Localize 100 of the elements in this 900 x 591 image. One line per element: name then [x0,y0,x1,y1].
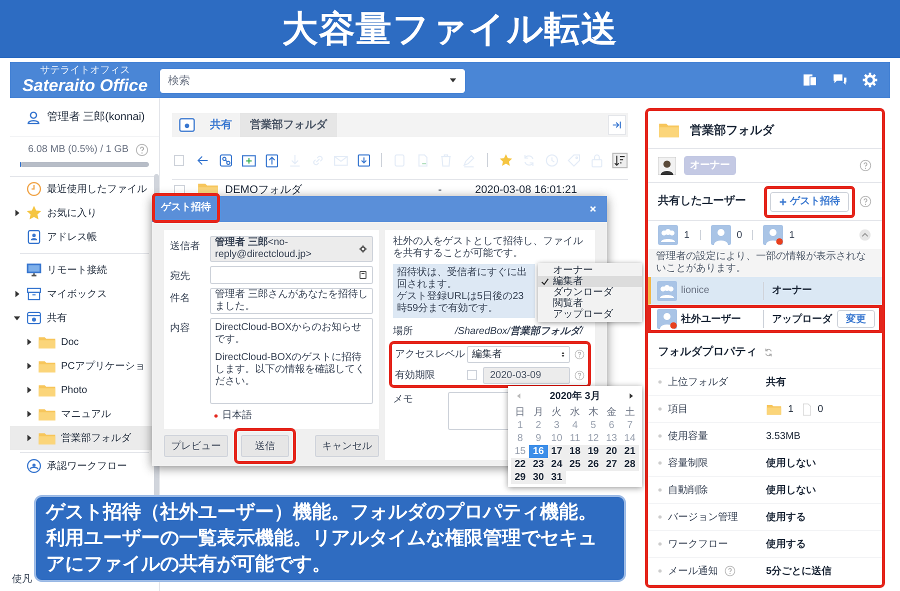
bullet-icon [658,515,662,519]
next-month-icon[interactable] [629,393,633,399]
expand-arrow-icon[interactable] [25,338,33,346]
message-field[interactable]: DirectCloud-BOXからのお知らせです。 DirectCloud-BOXのゲストに招待します。以下の情報を確認してください。 [210,318,373,404]
sidebar-item[interactable]: マニュアル [10,402,159,426]
change-button[interactable]: 変更 [837,310,875,328]
member-row[interactable]: lionice オーナー [648,277,882,305]
sidebar-item[interactable]: Photo [10,378,159,402]
inbox-icon[interactable] [356,152,372,168]
select-all-checkbox[interactable] [174,154,184,166]
property-label: ワークフロー [668,538,728,552]
menu-item[interactable]: 編集者 [538,276,642,287]
bullet-icon [658,488,662,492]
calendar-day[interactable]: 25 [566,458,584,471]
user-count: 1 [789,228,795,242]
expand-arrow-icon[interactable] [25,410,33,418]
refresh-icon[interactable] [763,347,774,358]
sidebar-item[interactable]: お気に入り [10,201,159,225]
address-book-icon[interactable] [358,270,368,280]
menu-item[interactable]: アップローダ [538,309,642,320]
sender-field[interactable]: 管理者 三郎<no-reply@directcloud.jp> [210,236,373,262]
calendar-day: 10 [548,432,566,445]
breadcrumb-item[interactable]: 営業部フォルダ [240,113,337,137]
calendar-day[interactable]: 20 [602,445,621,458]
help-icon[interactable] [574,348,585,360]
settings-icon[interactable] [862,72,878,88]
sidebar-item[interactable]: PCアプリケーショ [10,354,159,378]
calendar-day[interactable]: 23 [529,458,548,471]
preview-button[interactable]: プレビュー [164,435,228,457]
calendar-day[interactable]: 30 [529,471,548,484]
radio-dot-icon[interactable] [214,414,218,418]
close-icon[interactable] [589,205,597,213]
language-option[interactable]: 日本語 [222,408,252,423]
calendar-day: 11 [566,432,584,445]
collapse-arrow-icon[interactable] [13,314,21,322]
prev-month-icon[interactable] [517,393,521,399]
calendar-day[interactable]: 27 [602,458,621,471]
calendar-day[interactable]: 19 [584,445,602,458]
invite-guest-button[interactable]: ゲスト招待 [770,192,849,212]
gear-icon[interactable] [358,244,368,254]
help-icon[interactable] [574,370,585,380]
cloud-box-icon[interactable] [178,116,196,134]
sidebar-item[interactable]: Doc [10,330,159,354]
help-icon[interactable] [859,159,872,172]
field-label: アクセスレベル [395,348,466,362]
calendar-day: 6 [602,419,621,432]
subject-field[interactable]: 管理者 三郎さんがあなたを招待しました。 [210,288,373,314]
member-row[interactable]: 社外ユーザー アップローダ 変更 [648,305,882,333]
calendar-day[interactable]: 29 [511,471,530,484]
calendar-day[interactable]: 18 [566,445,584,458]
search-field[interactable]: 検索 [160,69,465,93]
expand-arrow-icon[interactable] [25,386,33,394]
calendar-day[interactable]: 28 [620,458,639,471]
bullet-icon [658,542,662,546]
calendar-day[interactable]: 31 [548,471,566,484]
sidebar-item[interactable]: リモート接続 [10,258,159,282]
help-icon[interactable] [724,565,736,577]
expand-arrow-icon[interactable] [25,362,33,370]
expiry-checkbox[interactable] [467,370,477,380]
member-role: アップローダ [772,312,832,326]
share-icon[interactable] [218,152,234,168]
member-name: 社外ユーザー [681,312,741,326]
sidebar-item[interactable]: アドレス帳 [10,225,159,249]
sidebar-item[interactable]: マイボックス [10,282,159,306]
chevron-up-icon[interactable] [858,228,872,242]
property-value: 使用しない [766,484,816,498]
message-line: DirectCloud-BOXのゲストに招待します。以下の情報を確認してください。 [215,352,366,388]
sort-icon[interactable] [612,152,628,168]
expiry-date-field[interactable]: 2020-03-09 [483,366,570,384]
menu-item[interactable]: 閲覧者 [538,298,642,309]
star-icon[interactable] [498,152,514,168]
menu-item[interactable]: オーナー [538,265,642,276]
user-count: 0 [736,228,742,242]
footer-text: 使凡 [12,573,33,587]
collapse-panel-button[interactable] [608,115,626,135]
recipient-field[interactable] [210,266,373,284]
box-icon [26,286,42,302]
calendar-day[interactable]: 17 [548,445,566,458]
help-icon[interactable] [859,195,872,208]
send-button[interactable]: 送信 [241,435,289,457]
folder-icon [38,382,56,398]
document-icon[interactable] [802,72,818,88]
calendar-day[interactable]: 24 [548,458,566,471]
expand-arrow-icon[interactable] [25,434,33,442]
folder-count: 1 [788,402,794,416]
calendar-day[interactable]: 22 [511,458,530,471]
menu-item[interactable]: ダウンローダ [538,287,642,298]
calendar-day[interactable]: 26 [584,458,602,471]
help-icon[interactable] [135,142,149,156]
info-text: ゲスト登録URLは5日後の23時59分まで有効です。 [397,291,525,315]
calendar-day[interactable]: 21 [620,445,639,458]
expand-arrow-icon[interactable] [13,209,21,217]
access-level-select[interactable]: 編集者 [467,346,570,362]
breadcrumb-item[interactable]: 共有 [210,113,232,137]
upload-icon[interactable] [264,152,280,168]
sidebar-item[interactable]: 共有 [10,306,159,330]
cancel-button[interactable]: キャンセル [315,435,379,457]
calendar-day: 14 [620,432,639,445]
property-value: 使用する [766,538,806,552]
expand-arrow-icon[interactable] [13,290,21,298]
